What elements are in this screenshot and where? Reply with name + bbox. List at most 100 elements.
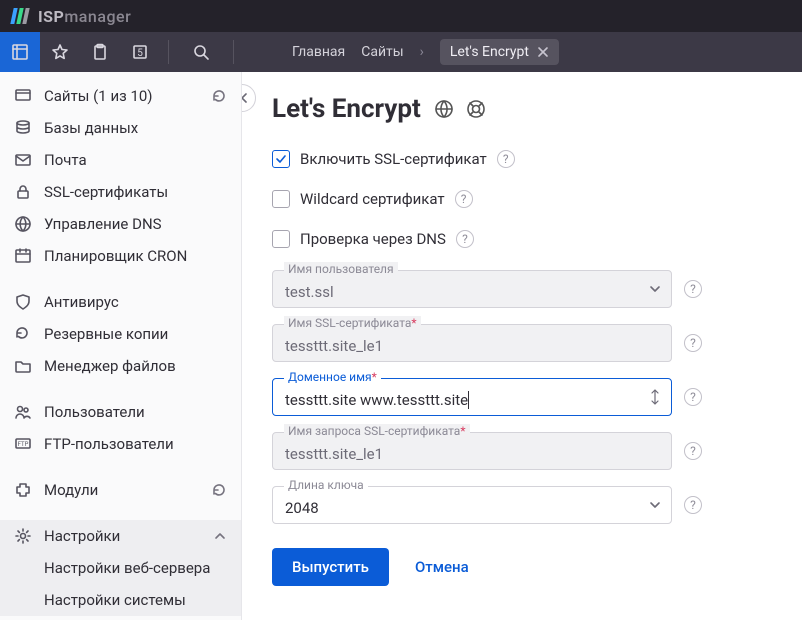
sidebar: Сайты (1 из 10) Базы данных Почта SSL-се… (0, 72, 242, 620)
sidebar-item-modules[interactable]: Модули (0, 474, 241, 506)
globe-icon[interactable] (433, 98, 455, 120)
field-label: Имя запроса SSL-сертификата* (284, 424, 470, 438)
text-cursor (468, 391, 469, 409)
lock-icon (14, 183, 32, 201)
sidebar-item-label: Настройки (44, 527, 120, 545)
sidebar-item-label: Антивирус (44, 293, 119, 311)
field-keylength: Длина ключа 2048 ? (272, 486, 772, 524)
brand-header: ISPmanager (0, 0, 802, 32)
field-label: Имя пользователя (284, 262, 398, 276)
field-csr-name: Имя запроса SSL-сертификата* tessttt.sit… (272, 432, 772, 470)
sidebar-item-databases[interactable]: Базы данных (0, 112, 241, 144)
expand-textarea-icon[interactable] (648, 388, 662, 406)
sidebar-item-ftp-users[interactable]: FTP FTP-пользователи (0, 428, 241, 460)
sidebar-item-cron[interactable]: Планировщик CRON (0, 240, 241, 272)
field-label: Имя SSL-сертификата* (284, 316, 421, 330)
chevron-up-icon (213, 529, 227, 543)
dns-icon (14, 215, 32, 233)
checkbox-wildcard-row: Wildcard сертификат ? (272, 190, 772, 208)
refresh-icon[interactable] (211, 482, 227, 498)
field-value: tessttt.site_le1 (285, 337, 383, 355)
toolbar-clipboard-button[interactable] (80, 32, 120, 72)
sidebar-item-settings[interactable]: Настройки (0, 520, 241, 552)
sidebar-item-label: Пользователи (44, 403, 145, 421)
toolbar-favorites-button[interactable] (40, 32, 80, 72)
sidebar-item-sites[interactable]: Сайты (1 из 10) (0, 80, 241, 112)
cancel-button[interactable]: Отмена (415, 558, 469, 576)
help-icon[interactable]: ? (684, 388, 702, 406)
checkbox-label: Wildcard сертификат (300, 190, 445, 208)
chevron-down-icon (648, 282, 662, 296)
sidebar-item-mail[interactable]: Почта (0, 144, 241, 176)
checkbox-label: Проверка через DNS (300, 230, 446, 248)
sidebar-item-label: SSL-сертификаты (44, 183, 168, 201)
sidebar-item-label: Почта (44, 151, 87, 169)
breadcrumb-sites[interactable]: Сайты (361, 44, 403, 60)
users-icon (14, 403, 32, 421)
database-icon (14, 119, 32, 137)
help-icon[interactable]: ? (684, 280, 702, 298)
form-actions: Выпустить Отмена (272, 548, 772, 586)
lifebuoy-icon[interactable] (465, 98, 487, 120)
close-tab-icon[interactable] (537, 46, 549, 58)
breadcrumb: Главная Сайты › Let's Encrypt (292, 39, 559, 65)
field-cert-name: Имя SSL-сертификата* tessttt.site_le1 ? (272, 324, 772, 362)
page-title: Let's Encrypt (272, 94, 772, 124)
help-icon[interactable]: ? (684, 334, 702, 352)
logo-bars-icon (12, 8, 28, 24)
breadcrumb-current-label: Let's Encrypt (450, 44, 529, 60)
help-icon[interactable]: ? (684, 442, 702, 460)
help-icon[interactable]: ? (455, 190, 473, 208)
field-username: Имя пользователя test.ssl ? (272, 270, 772, 308)
calendar-icon (14, 247, 32, 265)
panel-close-button[interactable] (242, 84, 256, 112)
sidebar-item-label: Сайты (1 из 10) (44, 87, 153, 105)
field-value: tessttt.site_le1 (285, 445, 383, 463)
chevron-down-icon (648, 498, 662, 512)
main-panel: Let's Encrypt Включить SSL-сертификат ? … (242, 72, 802, 620)
field-label: Длина ключа (284, 478, 368, 492)
shield-icon (14, 293, 32, 311)
checkbox-enable-ssl-row: Включить SSL-сертификат ? (272, 150, 772, 168)
toolbar-search-button[interactable] (177, 43, 225, 61)
logo: ISPmanager (12, 7, 131, 26)
help-icon[interactable]: ? (497, 150, 515, 168)
field-value: tessttt.site www.tessttt.site (285, 391, 468, 409)
field-value: test.ssl (285, 283, 334, 301)
sidebar-sub-system[interactable]: Настройки системы (0, 584, 241, 616)
submit-button[interactable]: Выпустить (272, 548, 389, 586)
sidebar-sub-webserver[interactable]: Настройки веб-сервера (0, 552, 241, 584)
checkbox-wildcard[interactable] (272, 190, 290, 208)
sites-icon (14, 87, 32, 105)
sidebar-item-label: Резервные копии (44, 325, 168, 343)
help-icon[interactable]: ? (684, 496, 702, 514)
checkbox-dns-row: Проверка через DNS ? (272, 230, 772, 248)
sidebar-item-label: Планировщик CRON (44, 247, 187, 265)
sidebar-item-label: FTP-пользователи (44, 435, 174, 453)
svg-text:FTP: FTP (18, 441, 29, 448)
mail-icon (14, 151, 32, 169)
field-domain: Доменное имя* tessttt.site www.tessttt.s… (272, 378, 772, 416)
checkbox-enable-ssl[interactable] (272, 150, 290, 168)
toolbar-ribbon-button[interactable] (0, 32, 40, 72)
sidebar-item-dns[interactable]: Управление DNS (0, 208, 241, 240)
chevron-right-icon: › (420, 44, 424, 60)
folder-icon (14, 357, 32, 375)
sidebar-item-files[interactable]: Менеджер файлов (0, 350, 241, 382)
sidebar-item-backups[interactable]: Резервные копии (0, 318, 241, 350)
toolbar: 5 Главная Сайты › Let's Encrypt (0, 32, 802, 72)
sidebar-item-antivirus[interactable]: Антивирус (0, 286, 241, 318)
sidebar-item-label: Базы данных (44, 119, 138, 137)
breadcrumb-current-tab[interactable]: Let's Encrypt (440, 39, 559, 65)
refresh-icon[interactable] (211, 88, 227, 104)
gear-icon (14, 527, 32, 545)
backup-icon (14, 325, 32, 343)
sidebar-item-ssl[interactable]: SSL-сертификаты (0, 176, 241, 208)
logo-text: ISPmanager (38, 7, 131, 26)
ftp-icon: FTP (14, 435, 32, 453)
checkbox-dns-check[interactable] (272, 230, 290, 248)
breadcrumb-home[interactable]: Главная (292, 44, 345, 60)
help-icon[interactable]: ? (456, 230, 474, 248)
toolbar-sessions-button[interactable]: 5 (120, 32, 160, 72)
sidebar-item-users[interactable]: Пользователи (0, 396, 241, 428)
